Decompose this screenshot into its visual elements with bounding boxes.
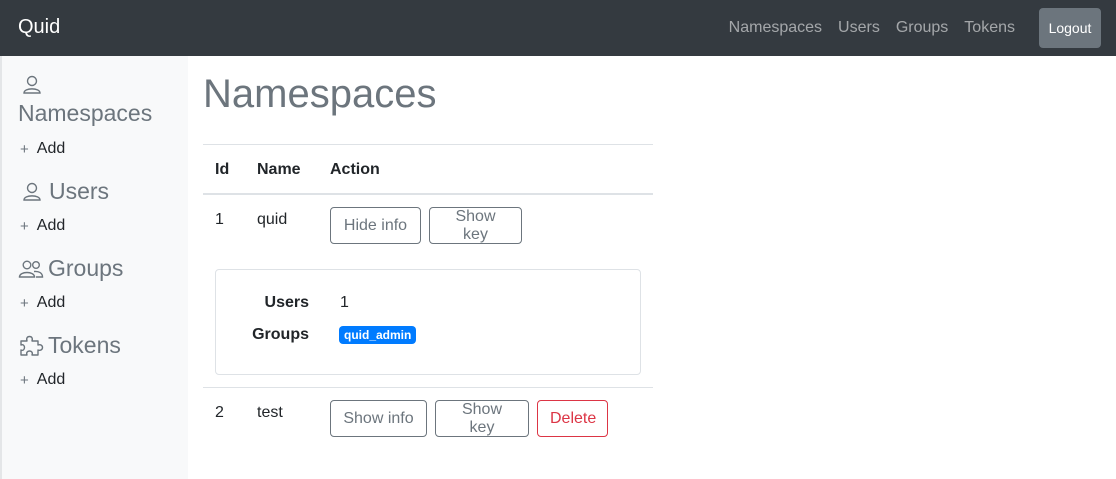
table-divider (203, 387, 653, 388)
info-users-label: Users (264, 294, 309, 311)
table-header-divider (203, 193, 653, 195)
show-key-button[interactable]: Show key (435, 400, 529, 437)
sidebar-title-label: Users (49, 178, 110, 204)
logout-button[interactable]: Logout (1039, 8, 1101, 48)
sidebar-title-users[interactable]: Users (18, 178, 109, 205)
nav-link-users[interactable]: Users (838, 19, 880, 37)
nav-links: Namespaces Users Groups Tokens (729, 0, 1015, 56)
sidebar-title-tokens[interactable]: Tokens (18, 332, 121, 359)
namespace-info-card: Users 1 Groups quid_admin (215, 269, 641, 375)
puzzle-icon (18, 335, 44, 357)
top-navbar: Quid Namespaces Users Groups Tokens Logo… (0, 0, 1116, 56)
plus-icon: + (20, 371, 29, 389)
nav-link-namespaces[interactable]: Namespaces (729, 19, 822, 37)
row-name: quid (257, 211, 288, 228)
info-groups-label: Groups (252, 326, 309, 343)
column-header-name: Name (257, 161, 301, 178)
column-header-action: Action (330, 161, 380, 178)
info-users-value: 1 (340, 294, 349, 311)
table-divider (203, 144, 653, 145)
row-id: 1 (215, 211, 224, 228)
add-group-link[interactable]: + Add (20, 294, 65, 312)
row-name: test (257, 404, 283, 421)
plus-icon: + (20, 140, 29, 158)
add-label: Add (36, 217, 66, 234)
sidebar-title-label: Tokens (48, 332, 121, 358)
sidebar-title-label: Namespaces (18, 100, 153, 126)
plus-icon: + (20, 217, 29, 235)
sidebar-title-groups[interactable]: Groups (18, 255, 123, 282)
person-icon (18, 74, 42, 100)
add-token-link[interactable]: + Add (20, 371, 65, 389)
group-badge: quid_admin (339, 326, 417, 344)
add-user-link[interactable]: + Add (20, 217, 65, 235)
sidebar: Namespaces + Add Users + Add Groups + Ad… (0, 56, 188, 479)
sidebar-title-namespaces[interactable]: Namespaces (18, 74, 152, 127)
show-key-button[interactable]: Show key (429, 207, 522, 244)
add-namespace-link[interactable]: + Add (20, 140, 65, 158)
person-icon (18, 181, 42, 203)
nav-link-tokens[interactable]: Tokens (964, 19, 1015, 37)
people-icon (18, 258, 44, 280)
sidebar-title-label: Groups (48, 255, 124, 281)
nav-link-groups[interactable]: Groups (896, 19, 948, 37)
delete-button[interactable]: Delete (537, 400, 608, 437)
show-info-button[interactable]: Show info (330, 400, 427, 437)
add-label: Add (36, 140, 66, 157)
add-label: Add (36, 294, 66, 311)
brand-logo[interactable]: Quid (18, 16, 60, 39)
page-title: Namespaces (203, 72, 437, 116)
column-header-id: Id (215, 161, 230, 178)
hide-info-button[interactable]: Hide info (330, 207, 421, 244)
row-id: 2 (215, 404, 224, 421)
add-label: Add (36, 371, 66, 388)
plus-icon: + (20, 294, 29, 312)
